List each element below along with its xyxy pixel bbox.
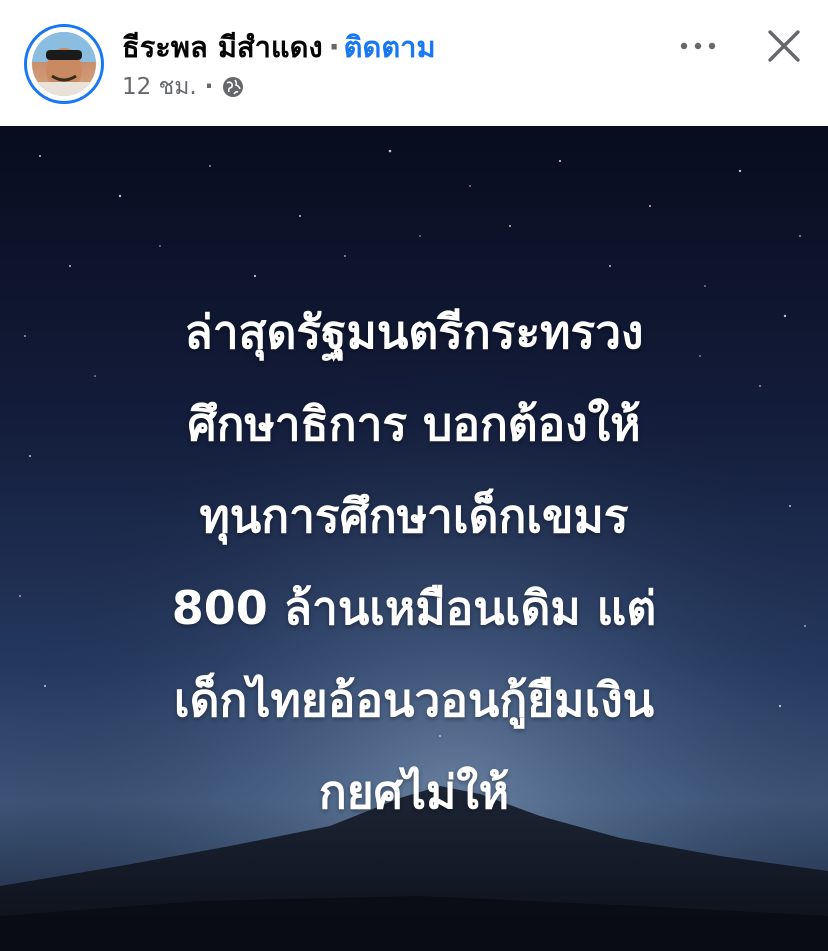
follow-button[interactable]: ติดตาม bbox=[344, 30, 436, 64]
avatar-photo bbox=[32, 32, 96, 96]
more-horizontal-icon bbox=[680, 42, 716, 50]
image-caption-line: 800 ล้านเหมือนเดิม แต่ bbox=[171, 581, 657, 635]
author-name[interactable]: ธีระพล มีสำแดง bbox=[122, 30, 323, 64]
globe-icon[interactable] bbox=[221, 75, 245, 99]
post-meta: 12 ชม. · bbox=[122, 72, 245, 102]
avatar[interactable] bbox=[24, 24, 104, 104]
author-line: ธีระพล มีสำแดง · ติดตาม bbox=[122, 28, 436, 66]
post-timestamp[interactable]: 12 ชม. bbox=[122, 72, 197, 102]
facebook-post: ธีระพล มีสำแดง · ติดตาม 12 ชม. · ล่าสุดร… bbox=[0, 0, 828, 951]
image-caption-line: กยศไม่ให้ bbox=[318, 765, 510, 819]
close-icon bbox=[768, 30, 800, 62]
author-separator: · bbox=[328, 30, 340, 64]
meta-separator: · bbox=[204, 74, 214, 100]
image-caption-text: ล่าสุดรัฐมนตรีกระทรวง ศึกษาธิการ บอกต้อง… bbox=[60, 286, 768, 838]
image-caption-line: ล่าสุดรัฐมนตรีกระทรวง bbox=[184, 305, 644, 359]
post-header: ธีระพล มีสำแดง · ติดตาม 12 ชม. · bbox=[0, 0, 828, 126]
close-button[interactable] bbox=[764, 24, 804, 68]
image-caption-line: ศึกษาธิการ บอกต้องให้ bbox=[187, 397, 641, 451]
image-caption-line: เด็กไทยอ้อนวอนกู้ยืมเงิน bbox=[173, 673, 655, 727]
post-image[interactable]: ล่าสุดรัฐมนตรีกระทรวง ศึกษาธิการ บอกต้อง… bbox=[0, 126, 828, 951]
more-options-button[interactable] bbox=[676, 28, 720, 64]
image-caption-line: ทุนการศึกษาเด็กเขมร bbox=[199, 489, 629, 543]
